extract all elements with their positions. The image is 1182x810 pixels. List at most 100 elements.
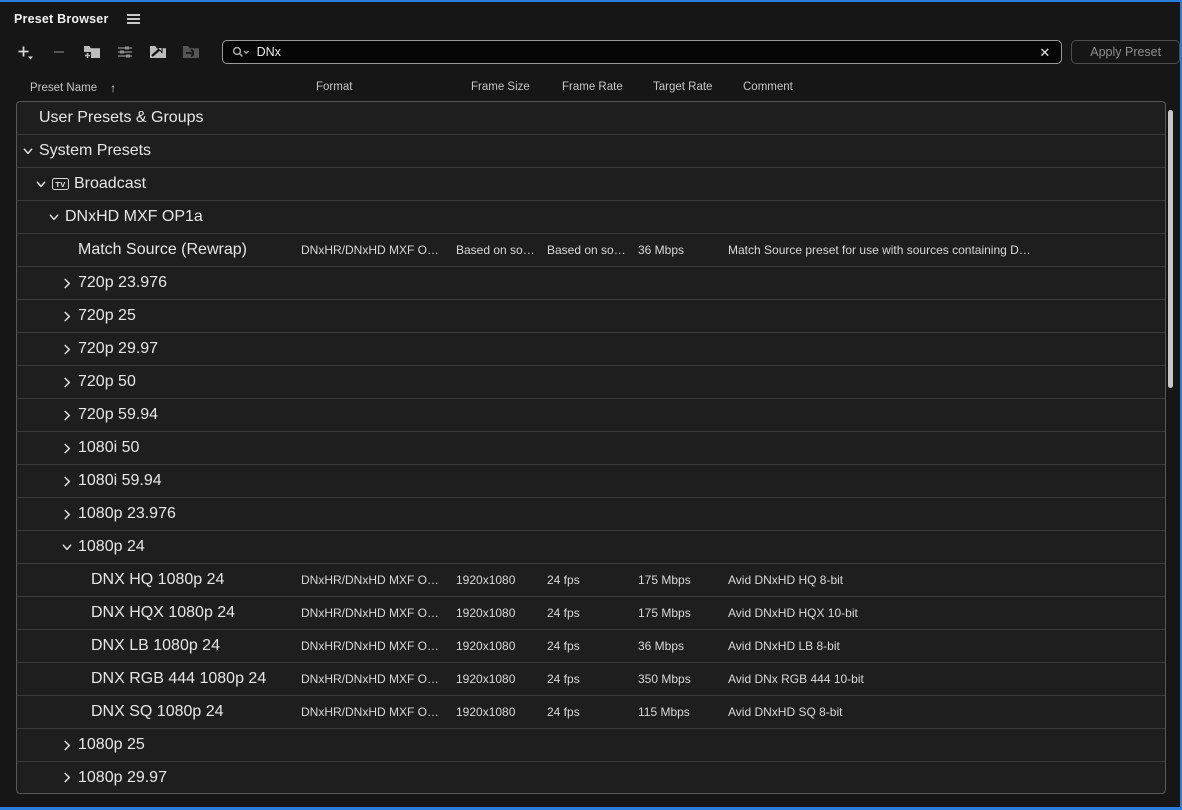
export-presets-icon[interactable] bbox=[179, 40, 203, 64]
group-name: User Presets & Groups bbox=[39, 109, 204, 127]
target-rate-cell: 350 Mbps bbox=[638, 672, 728, 686]
chevron-spacer bbox=[74, 640, 86, 652]
chevron-down-icon[interactable] bbox=[48, 211, 60, 223]
chevron-right-icon[interactable] bbox=[61, 310, 73, 322]
group-name: 1080p 29.97 bbox=[78, 769, 167, 787]
format-cell: DNxHR/DNxHD MXF OP1a bbox=[301, 705, 456, 719]
frame-rate-cell: Based on so… bbox=[547, 243, 638, 257]
apply-preset-button[interactable]: Apply Preset bbox=[1071, 40, 1180, 64]
preset-settings-icon[interactable] bbox=[113, 40, 137, 64]
column-headers: Preset Name ↑ Format Frame Size Frame Ra… bbox=[16, 81, 1166, 95]
frame-rate-cell: 24 fps bbox=[547, 672, 638, 686]
preset-row[interactable]: DNX SQ 1080p 24 DNxHR/DNxHD MXF OP1a1920x… bbox=[17, 696, 1165, 729]
frame-size-cell: 1920x1080 bbox=[456, 705, 547, 719]
comment-cell: Avid DNxHD HQ 8-bit bbox=[728, 573, 1165, 587]
sort-ascending-icon[interactable]: ↑ bbox=[110, 81, 116, 95]
column-header-target-rate[interactable]: Target Rate bbox=[637, 81, 727, 95]
panel-menu-icon[interactable] bbox=[125, 12, 142, 26]
column-header-comment[interactable]: Comment bbox=[727, 81, 1166, 95]
group-name: 1080p 24 bbox=[78, 538, 145, 556]
chevron-spacer bbox=[74, 574, 86, 586]
chevron-down-icon[interactable] bbox=[35, 178, 47, 190]
group-name: 720p 59.94 bbox=[78, 406, 158, 424]
create-group-icon[interactable] bbox=[80, 40, 104, 64]
column-header-frame-size[interactable]: Frame Size bbox=[455, 81, 546, 95]
create-preset-icon[interactable] bbox=[14, 40, 38, 64]
frame-size-cell: 1920x1080 bbox=[456, 606, 547, 620]
remove-preset-icon[interactable] bbox=[47, 40, 71, 64]
column-header-preset-name[interactable]: Preset Name ↑ bbox=[16, 81, 300, 95]
column-header-format[interactable]: Format bbox=[300, 81, 455, 95]
chevron-down-icon[interactable] bbox=[22, 145, 34, 157]
preset-row[interactable]: DNX HQ 1080p 24 DNxHR/DNxHD MXF OP1a1920x… bbox=[17, 564, 1165, 597]
preset-name: DNX HQX 1080p 24 bbox=[91, 604, 235, 622]
chevron-right-icon[interactable] bbox=[61, 739, 73, 751]
group-row[interactable]: DNxHD MXF OP1a bbox=[17, 201, 1165, 234]
toolbar: ✕ Apply Preset bbox=[0, 39, 1180, 65]
chevron-right-icon[interactable] bbox=[61, 508, 73, 520]
group-row[interactable]: 1080i 50 bbox=[17, 432, 1165, 465]
frame-rate-cell: 24 fps bbox=[547, 705, 638, 719]
chevron-right-icon[interactable] bbox=[61, 772, 73, 784]
comment-cell: Match Source preset for use with sources… bbox=[728, 243, 1165, 257]
search-options-icon[interactable] bbox=[232, 46, 250, 59]
chevron-right-icon[interactable] bbox=[61, 442, 73, 454]
preset-name: DNX SQ 1080p 24 bbox=[91, 703, 224, 721]
group-name: System Presets bbox=[39, 142, 151, 160]
group-name: 720p 50 bbox=[78, 373, 136, 391]
format-cell: DNxHR/DNxHD MXF OP1a bbox=[301, 606, 456, 620]
group-name: 1080i 50 bbox=[78, 439, 139, 457]
group-row[interactable]: 720p 50 bbox=[17, 366, 1165, 399]
chevron-spacer bbox=[74, 706, 86, 718]
chevron-right-icon[interactable] bbox=[61, 343, 73, 355]
group-row[interactable]: TVBroadcast bbox=[17, 168, 1165, 201]
group-name: 1080p 25 bbox=[78, 736, 145, 754]
group-row[interactable]: User Presets & Groups bbox=[17, 102, 1165, 135]
frame-size-cell: 1920x1080 bbox=[456, 639, 547, 653]
target-rate-cell: 115 Mbps bbox=[638, 705, 728, 719]
search-input[interactable] bbox=[257, 45, 1031, 59]
preset-row[interactable]: Match Source (Rewrap)DNxHR/DNxHD MXF OP1… bbox=[17, 234, 1165, 267]
group-row[interactable]: 1080p 24 bbox=[17, 531, 1165, 564]
chevron-right-icon[interactable] bbox=[61, 376, 73, 388]
group-row[interactable]: 1080p 25 bbox=[17, 729, 1165, 762]
group-row[interactable]: 720p 29.97 bbox=[17, 333, 1165, 366]
preset-name: DNX HQ 1080p 24 bbox=[91, 571, 224, 589]
group-row[interactable]: 720p 25 bbox=[17, 300, 1165, 333]
chevron-down-icon[interactable] bbox=[61, 541, 73, 553]
preset-browser-panel: Preset Browser bbox=[0, 0, 1182, 810]
format-cell: DNxHR/DNxHD MXF OP1a bbox=[301, 243, 456, 257]
preset-name: DNX RGB 444 1080p 24 bbox=[91, 670, 266, 688]
preset-row[interactable]: DNX HQX 1080p 24 DNxHR/DNxHD MXF OP1a1920… bbox=[17, 597, 1165, 630]
tv-broadcast-icon: TV bbox=[52, 178, 69, 190]
vertical-scrollbar-thumb[interactable] bbox=[1168, 110, 1173, 388]
chevron-right-icon[interactable] bbox=[61, 475, 73, 487]
chevron-right-icon[interactable] bbox=[61, 277, 73, 289]
group-row[interactable]: System Presets bbox=[17, 135, 1165, 168]
group-name: 720p 29.97 bbox=[78, 340, 158, 358]
frame-size-cell: Based on so… bbox=[456, 243, 547, 257]
frame-rate-cell: 24 fps bbox=[547, 573, 638, 587]
search-box: ✕ bbox=[222, 40, 1063, 64]
chevron-spacer bbox=[74, 607, 86, 619]
group-row[interactable]: 1080p 29.97 bbox=[17, 762, 1165, 793]
preset-name: DNX LB 1080p 24 bbox=[91, 637, 220, 655]
comment-cell: Avid DNxHD HQX 10-bit bbox=[728, 606, 1165, 620]
column-header-frame-rate[interactable]: Frame Rate bbox=[546, 81, 637, 95]
clear-search-icon[interactable]: ✕ bbox=[1037, 44, 1052, 61]
preset-row[interactable]: DNX LB 1080p 24 DNxHR/DNxHD MXF OP1a1920x… bbox=[17, 630, 1165, 663]
chevron-right-icon[interactable] bbox=[61, 409, 73, 421]
preset-row[interactable]: DNX RGB 444 1080p 24DNxHR/DNxHD MXF OP1a… bbox=[17, 663, 1165, 696]
frame-rate-cell: 24 fps bbox=[547, 606, 638, 620]
import-presets-icon[interactable] bbox=[146, 40, 170, 64]
preset-rows: User Presets & Groups System Presets TVBro… bbox=[17, 102, 1165, 793]
comment-cell: Avid DNx RGB 444 10-bit bbox=[728, 672, 1165, 686]
frame-size-cell: 1920x1080 bbox=[456, 573, 547, 587]
panel-title: Preset Browser bbox=[14, 12, 109, 26]
format-cell: DNxHR/DNxHD MXF OP1a bbox=[301, 639, 456, 653]
format-cell: DNxHR/DNxHD MXF OP1a bbox=[301, 573, 456, 587]
group-row[interactable]: 1080i 59.94 bbox=[17, 465, 1165, 498]
group-row[interactable]: 720p 59.94 bbox=[17, 399, 1165, 432]
group-row[interactable]: 720p 23.976 bbox=[17, 267, 1165, 300]
group-row[interactable]: 1080p 23.976 bbox=[17, 498, 1165, 531]
